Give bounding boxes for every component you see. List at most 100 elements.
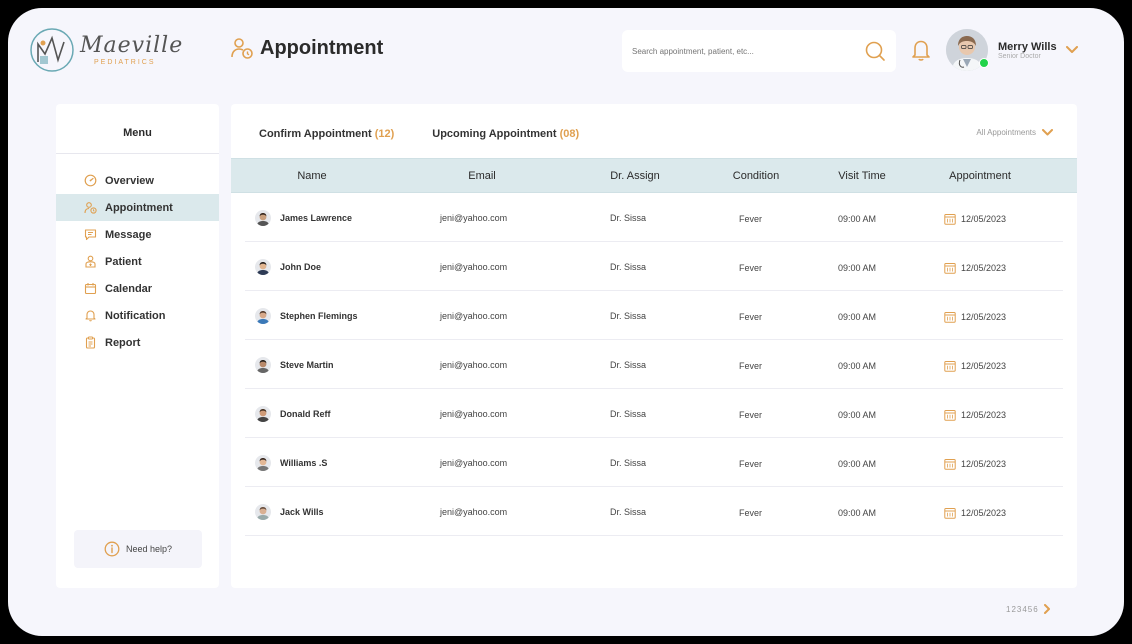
patient-condition: Fever (739, 214, 763, 224)
chevron-right-icon[interactable] (1043, 604, 1051, 614)
patient-email[interactable]: jeni@yahoo.com (440, 340, 507, 390)
patient-condition: Fever (739, 361, 763, 371)
patient-name-cell: Stephen Flemings (255, 291, 358, 341)
table-header: Name Email Dr. Assign Condition Visit Ti… (231, 158, 1077, 193)
brand-sub: PEDIATRICS (94, 58, 156, 66)
sidebar-item-label: Patient (105, 255, 142, 268)
sidebar: Menu Overview Appointment Message Patien… (56, 104, 219, 588)
tab-upcoming-appointment[interactable]: Upcoming Appointment (08) (432, 128, 579, 140)
patient-avatar-icon (255, 406, 271, 422)
column-header-email[interactable]: Email (468, 159, 496, 193)
appointment-filter-dropdown[interactable]: All Appointments (976, 128, 1053, 137)
appointment-tabs: Confirm Appointment (12) Upcoming Appoin… (259, 128, 617, 140)
appointment-date: 12/05/2023 (961, 410, 1007, 420)
menu-list: Overview Appointment Message Patient Cal… (56, 167, 219, 356)
column-header-doctor[interactable]: Dr. Assign (610, 159, 660, 193)
patient-condition: Fever (739, 459, 763, 469)
patient-name-cell: Williams .S (255, 438, 327, 488)
sidebar-item-message[interactable]: Message (56, 221, 219, 248)
patient-name[interactable]: Stephen Flemings (280, 291, 358, 341)
patient-avatar-icon (255, 504, 271, 520)
pagination-pages[interactable]: 123456 (1006, 605, 1039, 614)
sidebar-item-calendar[interactable]: Calendar (56, 275, 219, 302)
patient-email[interactable]: jeni@yahoo.com (440, 291, 507, 341)
patient-email[interactable]: jeni@yahoo.com (440, 487, 507, 537)
table-row[interactable]: Jack Wills jeni@yahoo.com Dr. Sissa Fever 09… (245, 487, 1063, 536)
patient-name-cell: Steve Martin (255, 340, 334, 390)
user-name: Merry Wills (998, 41, 1057, 53)
appointment-date-cell: 12/05/2023 (944, 291, 1006, 343)
assigned-doctor: Dr. Sissa (610, 409, 647, 419)
user-info[interactable]: Merry Wills Senior Doctor (998, 41, 1057, 61)
sidebar-item-notification[interactable]: Notification (56, 302, 219, 329)
sidebar-item-label: Calendar (105, 282, 153, 295)
app-window: Maeville PEDIATRICS Appointment Search a… (8, 8, 1124, 636)
user-role: Senior Doctor (998, 53, 1041, 61)
tab-label: Upcoming Appointment (432, 128, 557, 140)
appointments-panel: Confirm Appointment (12) Upcoming Appoin… (231, 104, 1077, 588)
help-label: Need help? (125, 544, 173, 554)
user-avatar[interactable] (946, 29, 989, 71)
patient-email[interactable]: jeni@yahoo.com (440, 193, 507, 243)
chevron-down-icon[interactable] (1066, 46, 1078, 54)
filter-label: All Appointments (976, 128, 1036, 137)
appointment-date-cell: 12/05/2023 (944, 340, 1006, 392)
sidebar-item-label: Overview (105, 174, 154, 187)
sidebar-item-label: Report (105, 336, 141, 349)
patient-avatar-icon (255, 259, 271, 275)
table-row[interactable]: Williams .S jeni@yahoo.com Dr. Sissa Fever 0… (245, 438, 1063, 487)
column-header-name[interactable]: Name (297, 159, 326, 193)
patient-avatar-icon (255, 308, 271, 324)
tab-confirm-appointment[interactable]: Confirm Appointment (12) (259, 128, 394, 140)
patient-name[interactable]: Donald Reff (280, 389, 331, 439)
patient-name-cell: Donald Reff (255, 389, 331, 439)
calendar-icon (944, 410, 956, 421)
patient-name-cell: John Doe (255, 242, 321, 292)
sidebar-item-patient[interactable]: Patient (56, 248, 219, 275)
gauge-icon (84, 174, 97, 187)
info-icon (104, 541, 120, 557)
brand-logo[interactable]: Maeville PEDIATRICS (28, 26, 183, 74)
table-row[interactable]: Steve Martin jeni@yahoo.com Dr. Sissa Fever… (245, 340, 1063, 389)
table-row[interactable]: John Doe jeni@yahoo.com Dr. Sissa Fever 09:0… (245, 242, 1063, 291)
patient-name[interactable]: Steve Martin (280, 340, 334, 390)
table-row[interactable]: Donald Reff jeni@yahoo.com Dr. Sissa Fever 0… (245, 389, 1063, 438)
column-header-appointment[interactable]: Appointment (949, 159, 1011, 193)
chevron-down-icon (1042, 129, 1053, 136)
assigned-doctor: Dr. Sissa (610, 262, 647, 272)
patient-name[interactable]: Jack Wills (280, 487, 323, 537)
search-icon[interactable] (864, 40, 886, 62)
online-status-dot (979, 58, 989, 68)
column-header-condition[interactable]: Condition (733, 159, 779, 193)
assigned-doctor: Dr. Sissa (610, 507, 647, 517)
patient-name[interactable]: Williams .S (280, 438, 327, 488)
patient-email[interactable]: jeni@yahoo.com (440, 242, 507, 292)
tab-count: (08) (559, 128, 580, 140)
appointment-date-cell: 12/05/2023 (944, 487, 1006, 539)
appointment-date: 12/05/2023 (961, 312, 1007, 322)
notification-bell-icon[interactable] (910, 38, 932, 62)
table-row[interactable]: Stephen Flemings jeni@yahoo.com Dr. Sissa F… (245, 291, 1063, 340)
calendar-icon (944, 214, 956, 225)
patient-name[interactable]: James Lawrence (280, 193, 352, 243)
clipboard-icon (85, 336, 96, 349)
user-clock-icon (84, 202, 97, 214)
brand-name: Maeville (80, 32, 184, 58)
patient-avatar-icon (255, 357, 271, 373)
visit-time: 09:00 AM (838, 459, 877, 469)
patient-condition: Fever (739, 263, 763, 273)
assigned-doctor: Dr. Sissa (610, 360, 647, 370)
patient-email[interactable]: jeni@yahoo.com (440, 438, 507, 488)
patient-name[interactable]: John Doe (280, 242, 321, 292)
sidebar-item-report[interactable]: Report (56, 329, 219, 356)
sidebar-item-appointment[interactable]: Appointment (56, 194, 219, 221)
patient-email[interactable]: jeni@yahoo.com (440, 389, 507, 439)
visit-time: 09:00 AM (838, 361, 877, 371)
search-input[interactable] (632, 46, 864, 56)
table-row[interactable]: James Lawrence jeni@yahoo.com Dr. Sissa Fev… (245, 193, 1063, 242)
visit-time: 09:00 AM (838, 263, 877, 273)
pagination[interactable]: 123456 (1006, 604, 1051, 614)
sidebar-item-overview[interactable]: Overview (56, 167, 219, 194)
help-button[interactable]: Need help? (74, 530, 202, 568)
column-header-visit-time[interactable]: Visit Time (838, 159, 885, 193)
